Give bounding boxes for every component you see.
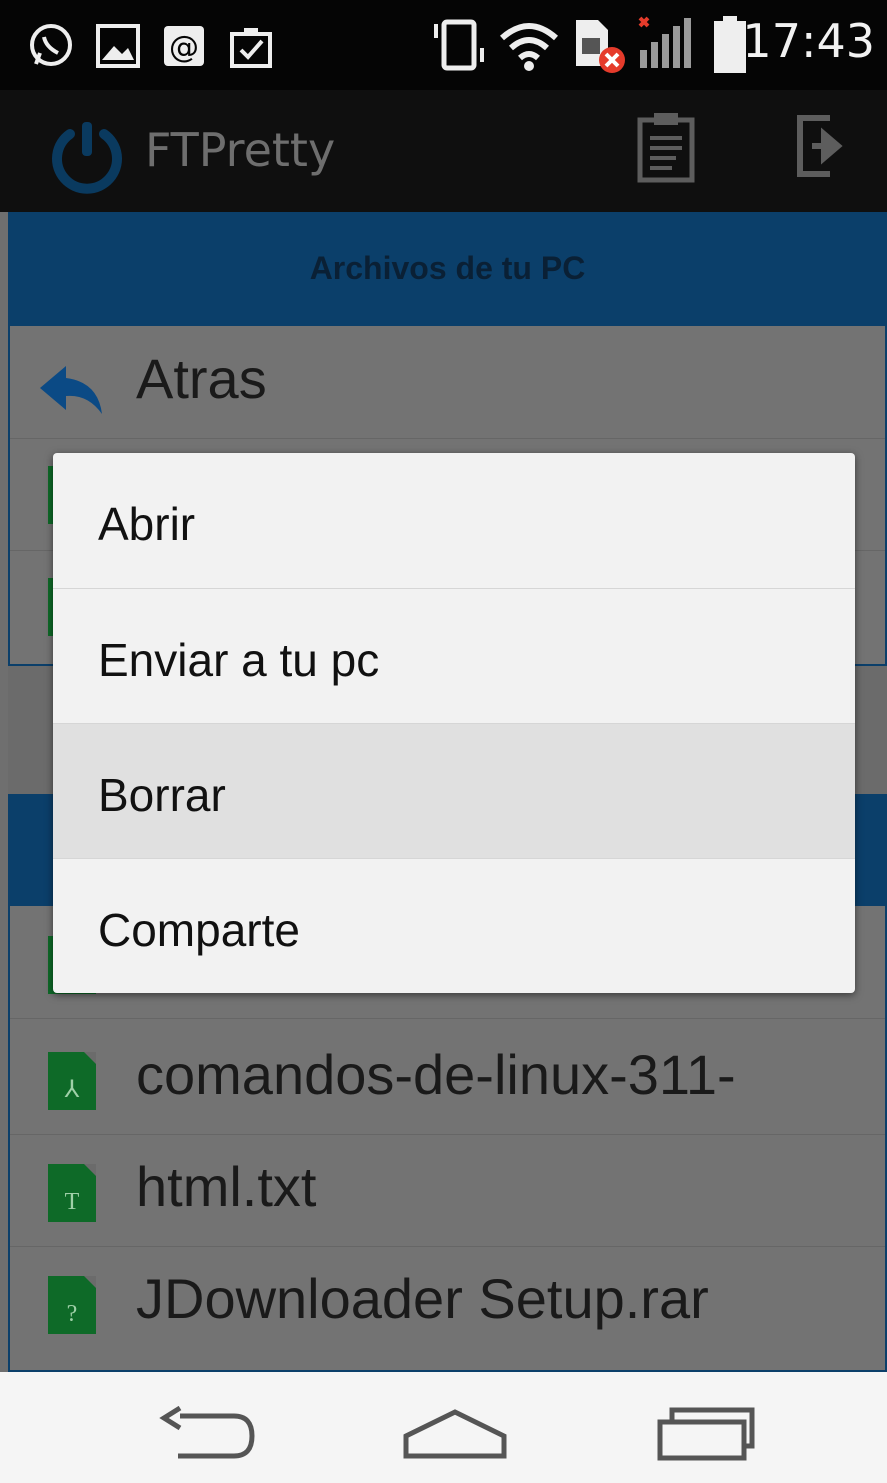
exit-icon[interactable]: [794, 112, 850, 180]
file-name: JDownloader Setup.rar: [136, 1267, 709, 1330]
menu-item-label: Comparte: [98, 904, 300, 956]
back-icon[interactable]: [158, 1406, 258, 1462]
file-name: comandos-de-linux-311-: [136, 1043, 736, 1106]
context-menu: Abrir Enviar a tu pc Borrar Comparte: [53, 453, 855, 993]
action-bar: FTPretty: [0, 90, 887, 212]
vibrate-icon: [434, 19, 484, 71]
text-file-icon: T: [48, 1164, 96, 1222]
pdf-file-icon: ⅄: [48, 1052, 96, 1110]
menu-item-abrir[interactable]: Abrir: [53, 453, 855, 588]
status-bar: @ 17:43: [0, 0, 887, 90]
back-arrow-icon: [40, 366, 102, 414]
pc-files-header: Archivos de tu PC: [8, 212, 887, 324]
back-row[interactable]: Atras: [10, 326, 885, 439]
svg-text:@: @: [169, 30, 199, 65]
image-icon: [96, 24, 140, 68]
navigation-bar: [0, 1372, 887, 1483]
menu-item-label: Abrir: [98, 498, 196, 550]
home-icon[interactable]: [400, 1406, 510, 1462]
back-label: Atras: [136, 347, 267, 410]
sim-error-icon: [576, 20, 625, 73]
pc-files-header-label: Archivos de tu PC: [309, 250, 586, 286]
power-logo-icon: [52, 122, 122, 194]
menu-item-borrar[interactable]: Borrar: [53, 723, 855, 858]
whatsapp-icon: [30, 24, 72, 66]
list-item[interactable]: T html.txt: [10, 1134, 885, 1247]
app-title: FTPretty: [145, 123, 336, 177]
clipboard-icon[interactable]: [636, 110, 696, 184]
file-name: html.txt: [136, 1155, 317, 1218]
list-item[interactable]: ⅄ comandos-de-linux-311-: [10, 1022, 885, 1135]
menu-item-label: Enviar a tu pc: [98, 634, 380, 686]
recents-icon[interactable]: [656, 1406, 756, 1462]
list-item[interactable]: ? JDownloader Setup.rar: [10, 1246, 885, 1358]
at-icon: @: [164, 26, 204, 66]
status-clock: 17:43: [742, 14, 875, 68]
unknown-file-icon: ?: [48, 1276, 96, 1334]
menu-item-enviar[interactable]: Enviar a tu pc: [53, 588, 855, 723]
clipboard-check-icon: [230, 28, 272, 68]
wifi-icon: [500, 23, 558, 71]
menu-item-comparte[interactable]: Comparte: [53, 858, 855, 993]
signal-icon: [638, 16, 691, 68]
menu-item-label: Borrar: [98, 769, 226, 821]
